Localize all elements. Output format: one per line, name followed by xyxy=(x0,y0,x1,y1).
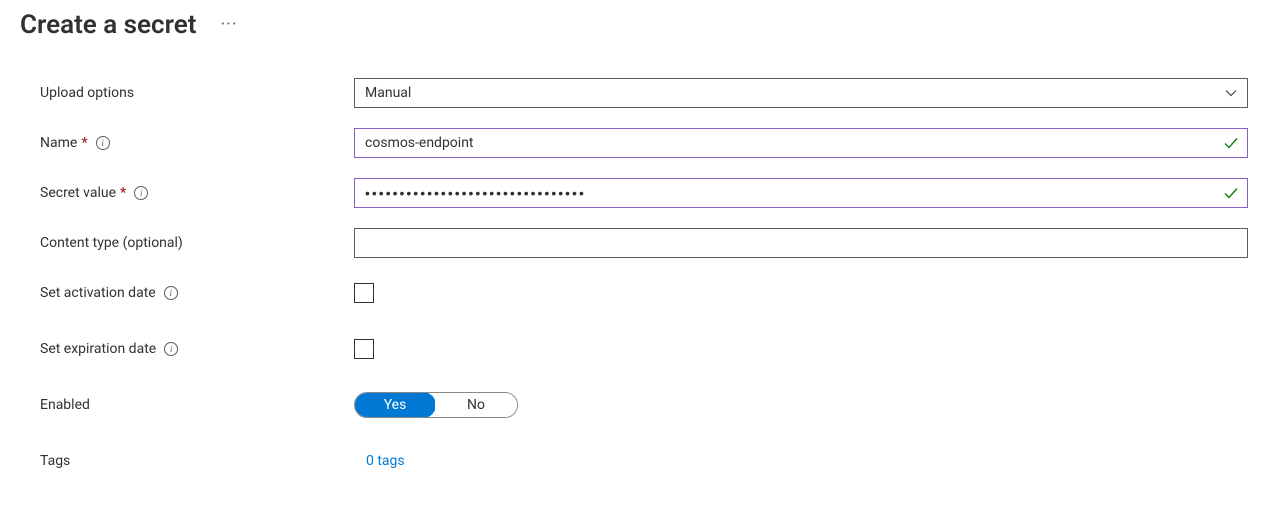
label-expiration-date: Set expiration date i xyxy=(40,341,354,357)
info-icon[interactable]: i xyxy=(164,286,178,300)
enabled-toggle-no[interactable]: No xyxy=(435,393,517,417)
row-tags: Tags 0 tags xyxy=(40,446,1248,476)
page-title: Create a secret xyxy=(20,10,196,40)
label-secret-value: Secret value * i xyxy=(40,185,354,201)
chevron-down-icon xyxy=(1225,87,1237,99)
row-activation-date: Set activation date i xyxy=(40,278,1248,308)
label-text: Content type (optional) xyxy=(40,235,183,251)
label-tags: Tags xyxy=(40,453,354,469)
name-input-wrap xyxy=(354,128,1248,158)
label-text: Enabled xyxy=(40,397,90,413)
info-icon[interactable]: i xyxy=(96,136,110,150)
label-text: Tags xyxy=(40,453,70,469)
label-name: Name * i xyxy=(40,135,354,151)
content-type-input-wrap xyxy=(354,228,1248,258)
page-header: Create a secret ··· xyxy=(0,0,1270,40)
secret-value-input-wrap xyxy=(354,178,1248,208)
create-secret-form: Upload options Manual Name * i xyxy=(0,40,1270,476)
label-content-type: Content type (optional) xyxy=(40,235,354,251)
row-content-type: Content type (optional) xyxy=(40,228,1248,258)
row-upload-options: Upload options Manual xyxy=(40,78,1248,108)
label-upload-options: Upload options xyxy=(40,85,354,101)
row-enabled: Enabled Yes No xyxy=(40,390,1248,420)
check-icon xyxy=(1223,135,1239,151)
label-activation-date: Set activation date i xyxy=(40,285,354,301)
toggle-label-no: No xyxy=(467,397,485,413)
info-icon[interactable]: i xyxy=(164,342,178,356)
enabled-toggle: Yes No xyxy=(354,392,518,418)
row-name: Name * i xyxy=(40,128,1248,158)
row-expiration-date: Set expiration date i xyxy=(40,334,1248,364)
label-text: Set activation date xyxy=(40,285,156,301)
label-text: Secret value xyxy=(40,185,116,201)
required-asterisk: * xyxy=(120,185,126,201)
check-icon xyxy=(1223,185,1239,201)
upload-options-select[interactable]: Manual xyxy=(354,78,1248,108)
more-actions-icon[interactable]: ··· xyxy=(220,16,237,34)
required-asterisk: * xyxy=(81,135,87,151)
label-text: Set expiration date xyxy=(40,341,156,357)
info-icon[interactable]: i xyxy=(134,186,148,200)
label-text: Upload options xyxy=(40,85,134,101)
row-secret-value: Secret value * i xyxy=(40,178,1248,208)
label-text: Name xyxy=(40,135,77,151)
toggle-label-yes: Yes xyxy=(384,397,407,413)
label-enabled: Enabled xyxy=(40,397,354,413)
tags-link[interactable]: 0 tags xyxy=(354,453,405,469)
upload-options-value: Manual xyxy=(365,85,411,101)
activation-date-checkbox[interactable] xyxy=(354,283,374,303)
secret-value-input[interactable] xyxy=(365,185,1215,201)
content-type-input[interactable] xyxy=(365,235,1237,251)
name-input[interactable] xyxy=(365,135,1215,151)
expiration-date-checkbox[interactable] xyxy=(354,339,374,359)
enabled-toggle-yes[interactable]: Yes xyxy=(354,392,436,418)
